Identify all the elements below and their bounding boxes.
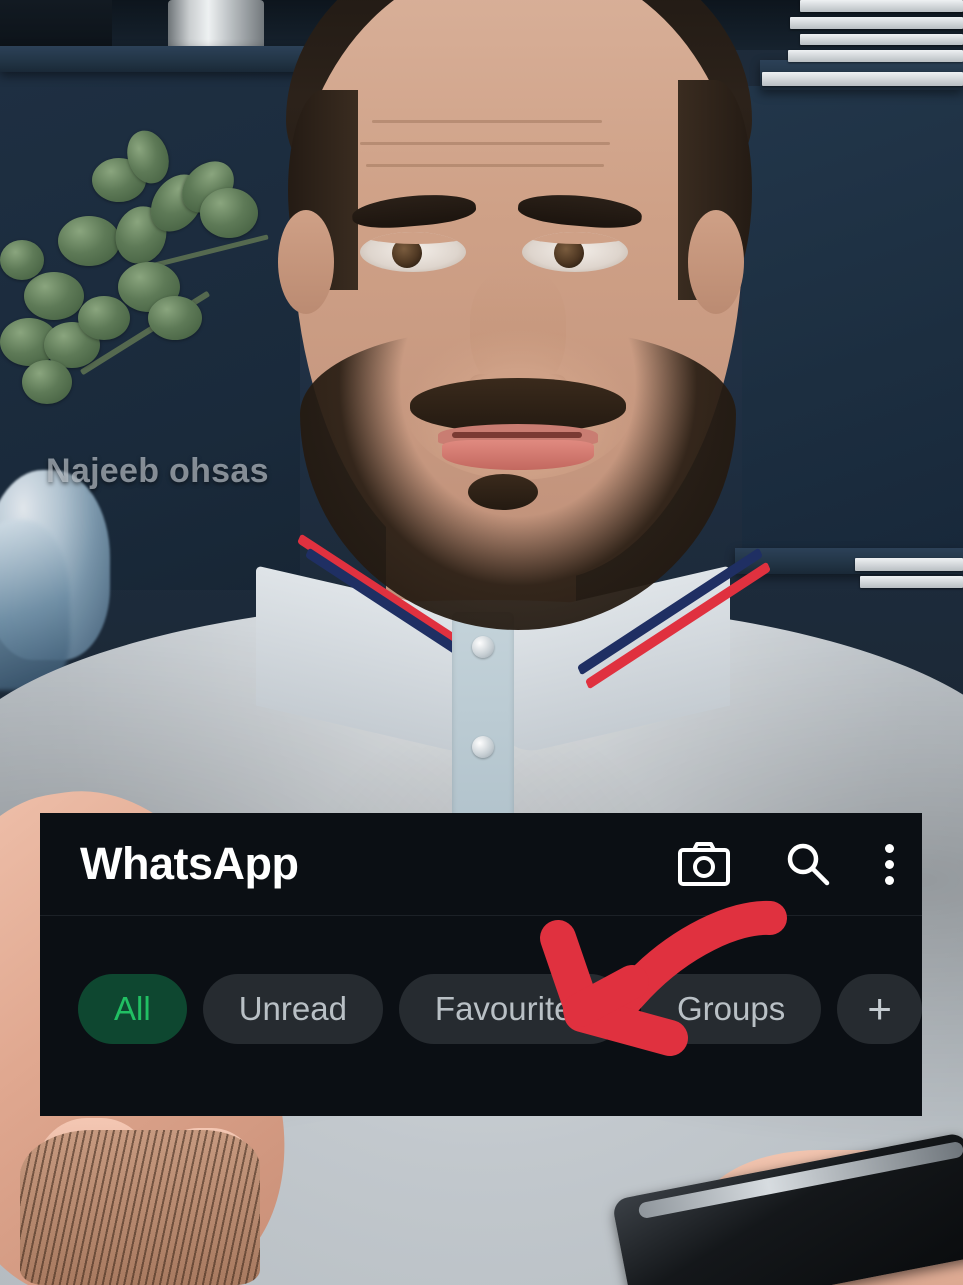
- overflow-menu-icon[interactable]: [885, 843, 894, 885]
- ear-right: [688, 210, 744, 314]
- shirt-button: [472, 636, 494, 658]
- eye-right: [522, 232, 628, 272]
- menu-dot: [885, 843, 894, 853]
- filter-chip-favourites[interactable]: Favourites: [398, 974, 625, 1044]
- eye-left: [360, 232, 466, 272]
- eyelid-right: [522, 232, 628, 244]
- search-icon[interactable]: [783, 839, 833, 889]
- menu-dot: [885, 875, 894, 885]
- filter-chip-all[interactable]: All: [78, 974, 187, 1044]
- soul-patch: [468, 474, 538, 510]
- filter-chip-row: All Unread Favourites Groups +: [40, 916, 922, 1044]
- screenshot-root: Najeeb ohsas WhatsApp All Unread Favouri…: [0, 0, 963, 1285]
- filter-chip-unread[interactable]: Unread: [202, 974, 383, 1044]
- shirt-button: [472, 736, 494, 758]
- camera-icon[interactable]: [677, 841, 731, 887]
- lip-lower: [442, 440, 594, 470]
- mouth-line: [452, 432, 582, 438]
- forearm: [20, 1130, 260, 1285]
- app-title: WhatsApp: [80, 838, 299, 889]
- forehead-line: [360, 142, 610, 145]
- menu-dot: [885, 859, 894, 869]
- forehead-line: [366, 164, 604, 167]
- filter-chip-add[interactable]: +: [837, 974, 922, 1044]
- forehead-line: [372, 120, 602, 123]
- ear-left: [278, 210, 334, 314]
- whatsapp-header: WhatsApp: [40, 813, 922, 916]
- whatsapp-panel: WhatsApp All Unread Favourites Groups +: [40, 813, 922, 1116]
- eyelid-left: [360, 232, 466, 244]
- header-icon-group: [677, 839, 894, 889]
- filter-chip-groups[interactable]: Groups: [640, 974, 822, 1044]
- watermark-text: Najeeb ohsas: [46, 452, 269, 490]
- three-dots: [885, 843, 894, 885]
